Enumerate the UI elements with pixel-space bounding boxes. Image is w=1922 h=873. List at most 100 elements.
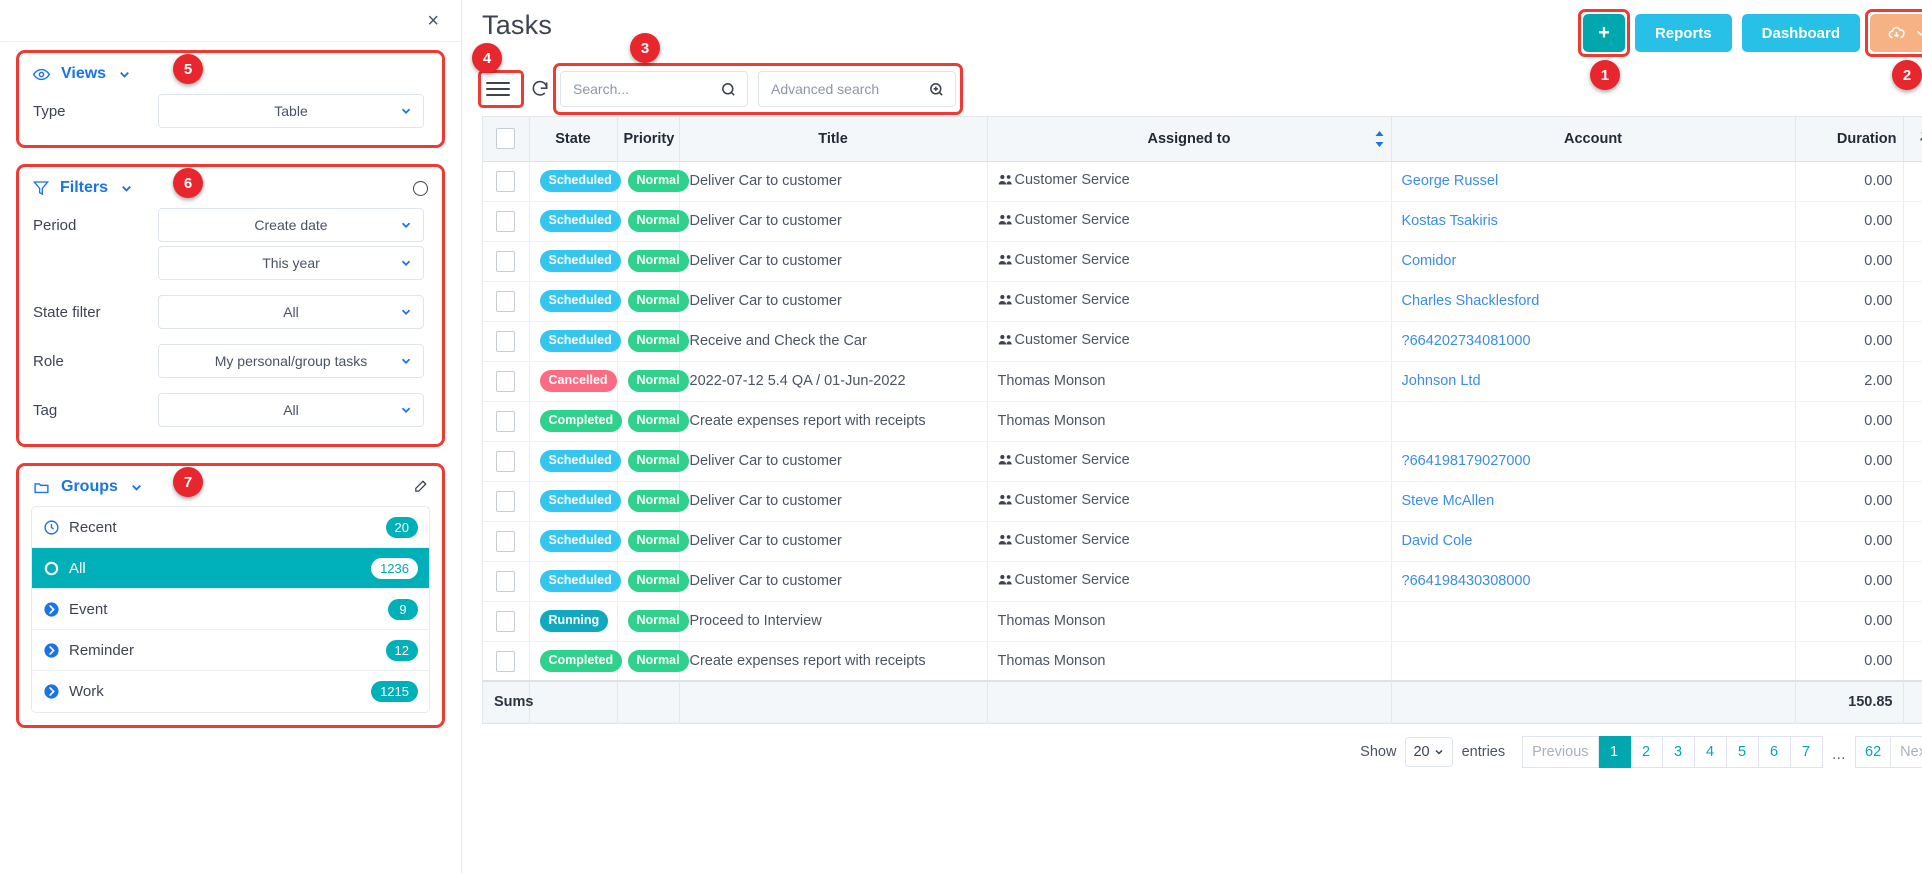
account-link[interactable]: Johnson Ltd [1402, 373, 1785, 389]
filter-select-period-field[interactable]: Create date [158, 208, 424, 242]
page-button-last[interactable]: 62 [1855, 736, 1892, 768]
table-row[interactable]: Completed Normal Create expenses report … [483, 641, 1922, 682]
row-checkbox[interactable] [496, 490, 516, 512]
refresh-icon[interactable] [530, 79, 550, 99]
table-row[interactable]: Scheduled Normal Receive and Check the C… [483, 321, 1922, 362]
clock-icon [43, 519, 69, 536]
page-button-7[interactable]: 7 [1790, 736, 1823, 768]
group-item-work[interactable]: Work 1215 [32, 671, 429, 712]
cell-priority: Normal [617, 201, 689, 242]
page-button-2[interactable]: 2 [1630, 736, 1663, 768]
row-checkbox[interactable] [496, 570, 516, 592]
previous-page-button[interactable]: Previous [1522, 736, 1599, 768]
column-priority[interactable]: Priority [617, 117, 680, 162]
chevron-down-icon[interactable] [129, 480, 144, 495]
page-button-4[interactable]: 4 [1694, 736, 1727, 768]
group-item-event[interactable]: Event 9 [32, 589, 429, 630]
export-button[interactable] [1870, 14, 1922, 52]
row-checkbox-cell [483, 241, 530, 282]
sort-icon[interactable] [1374, 130, 1385, 147]
row-checkbox[interactable] [496, 410, 516, 432]
table-row[interactable]: Scheduled Normal Deliver Car to customer… [483, 481, 1922, 522]
page-button-1[interactable]: 1 [1598, 736, 1631, 768]
cell-account: ?664198430308000 [1391, 561, 1796, 602]
table-row[interactable]: Scheduled Normal Deliver Car to customer… [483, 161, 1922, 202]
groups-panel-header[interactable]: Groups 7 [19, 466, 442, 502]
reports-button[interactable]: Reports [1634, 14, 1732, 52]
account-link[interactable]: Kostas Tsakiris [1402, 213, 1785, 229]
table-row[interactable]: Running Normal Proceed to Interview Thom… [483, 601, 1922, 642]
table-row[interactable]: Scheduled Normal Deliver Car to customer… [483, 441, 1922, 482]
page-size-select[interactable]: 20 [1405, 737, 1453, 767]
row-checkbox[interactable] [496, 450, 516, 472]
table-row[interactable]: Cancelled Normal 2022-07-12 5.4 QA / 01-… [483, 361, 1922, 402]
filter-select-tag[interactable]: All [158, 393, 424, 427]
edit-icon[interactable] [413, 477, 430, 499]
search-input[interactable] [573, 81, 714, 97]
account-link[interactable]: Comidor [1402, 253, 1785, 269]
account-link[interactable]: Charles Shacklesford [1402, 293, 1785, 309]
cell-priority: Normal [617, 241, 689, 282]
row-checkbox[interactable] [496, 250, 516, 272]
account-link[interactable]: David Cole [1402, 533, 1785, 549]
cloud-download-icon [1887, 24, 1906, 43]
hamburger-menu-icon[interactable] [486, 75, 516, 103]
account-link[interactable]: Steve McAllen [1402, 493, 1785, 509]
column-duration[interactable]: Duration [1795, 117, 1904, 162]
table-row[interactable]: Scheduled Normal Deliver Car to customer… [483, 561, 1922, 602]
next-page-button[interactable]: Next [1891, 736, 1922, 768]
dashboard-button[interactable]: Dashboard [1741, 14, 1860, 52]
group-item-all[interactable]: All 1236 [32, 548, 429, 589]
filter-select-role[interactable]: My personal/group tasks [158, 344, 424, 378]
page-button-6[interactable]: 6 [1758, 736, 1791, 768]
advanced-search-box[interactable] [758, 71, 956, 107]
close-icon[interactable]: × [421, 9, 445, 33]
cell-duration: 0.00 [1795, 241, 1904, 282]
group-item-recent[interactable]: Recent 20 [32, 507, 429, 548]
row-checkbox[interactable] [496, 170, 516, 192]
row-checkbox[interactable] [496, 210, 516, 232]
account-link[interactable]: ?664202734081000 [1402, 333, 1785, 349]
account-link[interactable]: George Russel [1402, 173, 1785, 189]
column-assigned-to[interactable]: Assigned to [987, 117, 1392, 162]
group-item-reminder[interactable]: Reminder 12 [32, 630, 429, 671]
pin-icon[interactable] [1910, 131, 1922, 146]
row-checkbox[interactable] [496, 530, 516, 552]
row-checkbox[interactable] [496, 370, 516, 392]
filters-panel-header[interactable]: Filters 6 [19, 167, 442, 203]
column-state[interactable]: State [529, 117, 618, 162]
page-button-3[interactable]: 3 [1662, 736, 1695, 768]
table-row[interactable]: Scheduled Normal Deliver Car to customer… [483, 281, 1922, 322]
page-button-5[interactable]: 5 [1726, 736, 1759, 768]
clear-filters-icon[interactable] [413, 181, 428, 196]
row-checkbox[interactable] [496, 610, 516, 632]
advanced-search-icon[interactable] [928, 81, 945, 98]
chevron-down-icon[interactable] [117, 67, 132, 82]
column-pin[interactable] [1903, 117, 1922, 162]
filter-select-period-range[interactable]: This year [158, 246, 424, 280]
table-row[interactable]: Completed Normal Create expenses report … [483, 401, 1922, 442]
column-account[interactable]: Account [1391, 117, 1796, 162]
add-button[interactable]: + [1582, 14, 1625, 52]
select-all-checkbox[interactable] [496, 128, 516, 150]
row-checkbox[interactable] [496, 650, 516, 672]
account-link[interactable]: ?664198430308000 [1402, 573, 1785, 589]
cell-pin [1903, 601, 1922, 642]
filter-select-state[interactable]: All [158, 295, 424, 329]
table-row[interactable]: Scheduled Normal Deliver Car to customer… [483, 241, 1922, 282]
row-checkbox[interactable] [496, 290, 516, 312]
state-badge: Completed [539, 410, 623, 432]
search-icon[interactable] [720, 81, 737, 98]
row-checkbox-cell [483, 641, 530, 682]
views-panel-header[interactable]: Views 5 [19, 53, 442, 89]
table-row[interactable]: Scheduled Normal Deliver Car to customer… [483, 521, 1922, 562]
account-link[interactable]: ?664198179027000 [1402, 453, 1785, 469]
column-title[interactable]: Title [679, 117, 988, 162]
search-box[interactable] [560, 71, 748, 107]
state-badge: Scheduled [539, 490, 621, 512]
table-row[interactable]: Scheduled Normal Deliver Car to customer… [483, 201, 1922, 242]
row-checkbox[interactable] [496, 330, 516, 352]
advanced-search-input[interactable] [771, 81, 922, 97]
chevron-down-icon[interactable] [119, 181, 134, 196]
views-type-select[interactable]: Table [158, 94, 424, 128]
